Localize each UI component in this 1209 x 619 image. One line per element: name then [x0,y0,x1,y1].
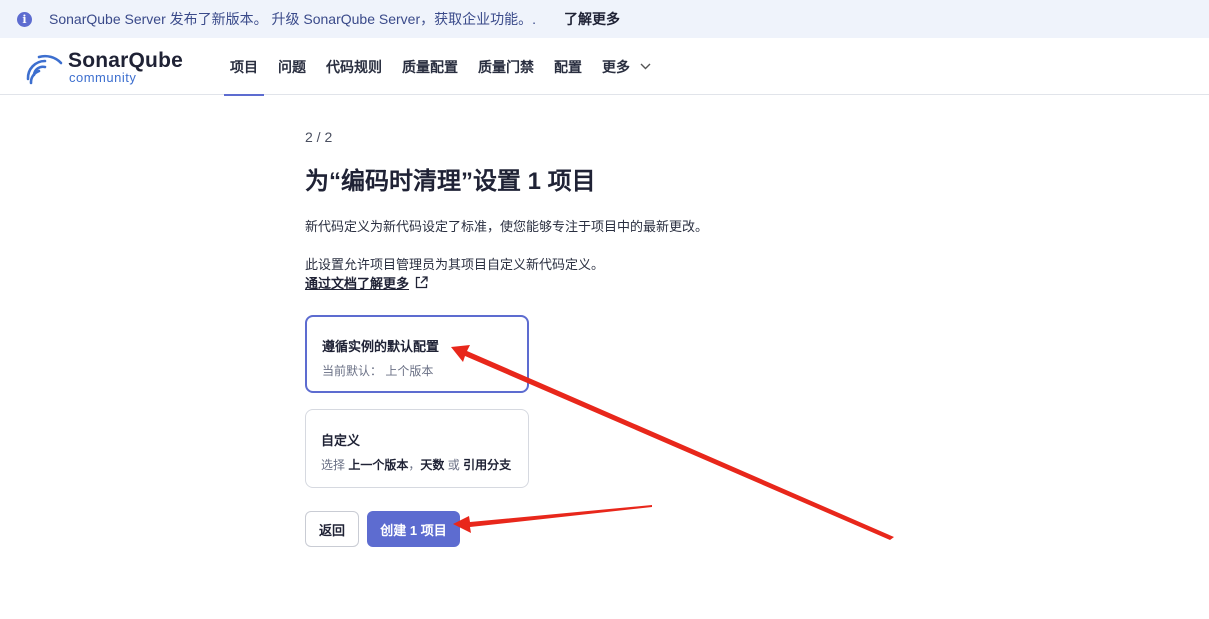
page-title: 为“编码时清理”设置 1 项目 [305,168,596,195]
annotation-arrow-to-create-button [453,505,652,533]
docs-learn-more-link[interactable]: 通过文档了解更多 [305,273,428,292]
banner-learn-more-link[interactable]: 了解更多 [564,9,620,29]
description-new-code: 新代码定义为新代码设定了标准，使您能够专注于项目中的最新更改。 [305,219,709,234]
main-nav: 项目 问题 代码规则 质量配置 质量门禁 配置 更多 [222,38,663,96]
option-custom-setting[interactable]: 自定义 选择 上一个版本，天数 或 引用分支 [305,409,529,488]
option-custom-title: 自定义 [321,433,361,448]
nav-quality-profiles[interactable]: 质量配置 [394,38,466,95]
option-custom-subtitle: 选择 上一个版本，天数 或 引用分支 [321,458,512,472]
banner-message: SonarQube Server 发布了新版本。 升级 SonarQube Se… [49,11,537,27]
docs-link-label: 通过文档了解更多 [305,276,410,291]
description-admin-setting: 此设置允许项目管理员为其项目自定义新代码定义。 [305,257,605,272]
option-default-title: 遵循实例的默认配置 [322,339,440,354]
option-default-subtitle: 当前默认： 上个版本 [322,364,434,378]
create-project-button[interactable]: 创建 1 项目 [367,511,460,547]
nav-more[interactable]: 更多 [594,38,659,95]
sonarqube-logo[interactable]: SonarQube community [25,47,190,87]
option-default-setting[interactable]: 遵循实例的默认配置 当前默认： 上个版本 [305,315,529,393]
nav-rules[interactable]: 代码规则 [318,38,390,95]
sonar-waves-icon [26,54,63,85]
nav-more-label: 更多 [602,58,630,75]
step-indicator: 2 / 2 [305,129,333,145]
external-link-icon [415,276,428,289]
logo-edition: community [69,70,137,85]
nav-issues[interactable]: 问题 [270,38,314,95]
nav-administration[interactable]: 配置 [546,38,590,95]
back-button[interactable]: 返回 [305,511,359,547]
top-header: SonarQube community 项目 问题 代码规则 质量配置 质量门禁… [0,38,1209,96]
notification-banner: i SonarQube Server 发布了新版本。 升级 SonarQube … [0,0,1209,38]
info-icon: i [17,11,32,27]
chevron-down-icon [640,61,651,73]
nav-quality-gates[interactable]: 质量门禁 [470,38,542,95]
nav-projects[interactable]: 项目 [222,38,266,96]
